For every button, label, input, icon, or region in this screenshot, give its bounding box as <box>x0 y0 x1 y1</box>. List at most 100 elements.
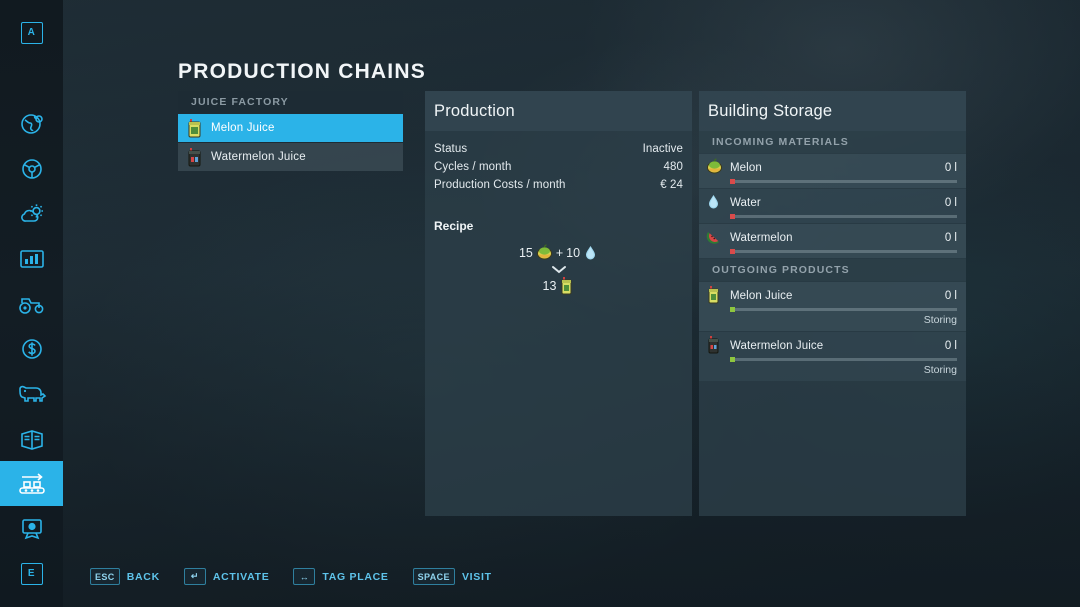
chain-list-item-label: Watermelon Juice <box>211 151 306 163</box>
storage-item-amount: 0 l <box>944 196 957 209</box>
production-stat-status: Status Inactive <box>425 140 692 158</box>
chain-list-item-melon-juice[interactable]: Melon Juice <box>178 114 403 142</box>
help-item-tag-place[interactable]: ↔ TAG PLACE <box>293 568 388 585</box>
steering-wheel-icon <box>19 156 45 182</box>
storage-item-amount: 0 l <box>944 289 957 302</box>
watermelon-juice-bottle-icon <box>186 147 203 167</box>
water-drop-icon <box>583 244 598 261</box>
stat-value: Inactive <box>642 143 683 155</box>
fill-indicator-dot <box>730 214 735 219</box>
sidebar-item-vehicles[interactable] <box>0 281 63 326</box>
sidebar-item-key-a[interactable]: A <box>0 10 63 55</box>
sidebar-item-animals[interactable] <box>0 371 63 416</box>
achievement-icon <box>18 516 46 542</box>
help-item-activate[interactable]: ↵ ACTIVATE <box>183 568 270 585</box>
left-sidebar: A E <box>0 0 63 607</box>
recipe-plus: + <box>555 245 564 260</box>
water-drop-icon <box>706 193 723 212</box>
cow-icon <box>16 382 48 406</box>
key-e-label: E <box>20 562 43 585</box>
storage-item-name: Water <box>730 196 761 209</box>
incoming-materials-label: INCOMING MATERIALS <box>699 131 966 153</box>
watermelon-icon <box>706 228 723 247</box>
sidebar-item-contracts[interactable] <box>0 416 63 461</box>
storage-fill-bar <box>730 307 957 312</box>
production-stat-costs: Production Costs / month € 24 <box>425 176 692 194</box>
recipe-inputs: 15 + 10 <box>519 244 598 261</box>
melon-icon <box>536 244 553 261</box>
storage-item-amount: 0 l <box>944 231 957 244</box>
production-stats: Status Inactive Cycles / month 480 Produ… <box>425 140 692 194</box>
recipe-title: Recipe <box>434 219 474 233</box>
storage-item-name: Melon <box>730 161 762 174</box>
storage-row-watermelon-juice[interactable]: Watermelon Juice 0 l Storing <box>699 332 966 381</box>
map-globe-icon <box>19 111 45 137</box>
sidebar-item-statistics[interactable] <box>0 236 63 281</box>
melon-juice-bottle-icon <box>706 286 723 305</box>
key-esc: ESC <box>90 568 120 585</box>
help-label-visit: VISIT <box>461 570 492 583</box>
statistics-chart-icon <box>18 248 46 270</box>
storage-row-water[interactable]: Water 0 l <box>699 189 966 223</box>
storage-item-name: Watermelon Juice <box>730 339 824 352</box>
production-chain-list: JUICE FACTORY Melon Juice Watermelon Jui… <box>178 91 403 171</box>
stat-value: 480 <box>663 161 683 173</box>
storage-item-amount: 0 l <box>944 339 957 352</box>
fill-indicator-dot <box>730 307 735 312</box>
fill-indicator-dot <box>730 357 735 362</box>
key-left-right: ↔ <box>293 568 316 585</box>
help-label-back: BACK <box>126 570 160 583</box>
storage-row-melon[interactable]: Melon 0 l <box>699 154 966 188</box>
sidebar-item-achievements[interactable] <box>0 506 63 551</box>
stat-label: Status <box>434 143 468 155</box>
storage-item-name: Melon Juice <box>730 289 793 302</box>
chevron-down-icon <box>551 265 567 275</box>
stat-value: € 24 <box>660 179 683 191</box>
stat-label: Cycles / month <box>434 161 512 173</box>
help-label-tag-place: TAG PLACE <box>322 570 389 583</box>
storage-item-status: Storing <box>923 314 957 326</box>
sidebar-item-key-e[interactable]: E <box>0 551 63 596</box>
fill-indicator-dot <box>730 179 735 184</box>
production-panel: Production Status Inactive Cycles / mont… <box>425 91 692 516</box>
storage-item-status: Storing <box>923 364 957 376</box>
production-panel-title: Production <box>434 101 515 120</box>
outgoing-products-label: OUTGOING PRODUCTS <box>699 259 966 281</box>
chain-list-item-label: Melon Juice <box>211 122 275 134</box>
chain-list-item-watermelon-juice[interactable]: Watermelon Juice <box>178 143 403 171</box>
sidebar-item-map[interactable] <box>0 101 63 146</box>
storage-row-watermelon[interactable]: Watermelon 0 l <box>699 224 966 258</box>
production-conveyor-icon <box>16 471 48 497</box>
help-label-activate: ACTIVATE <box>212 570 270 583</box>
storage-row-melon-juice[interactable]: Melon Juice 0 l Storing <box>699 282 966 331</box>
key-a-label: A <box>20 21 43 44</box>
storage-panel-title: Building Storage <box>708 101 833 120</box>
production-chains-screen: A E PRODUCTION CHAINS JUICE FACTORY Melo… <box>0 0 1080 607</box>
melon-juice-bottle-icon <box>559 277 574 295</box>
key-enter: ↵ <box>183 568 206 585</box>
sidebar-item-vehicle[interactable] <box>0 146 63 191</box>
key-space: SPACE <box>412 568 455 585</box>
melon-juice-bottle-icon <box>186 118 203 138</box>
storage-fill-bar <box>730 357 957 362</box>
storage-panel-header: Building Storage <box>699 91 966 131</box>
sidebar-item-production[interactable] <box>0 461 63 506</box>
money-dollar-icon <box>19 336 45 362</box>
storage-fill-bar <box>730 179 957 184</box>
production-panel-header: Production <box>425 91 692 131</box>
documents-icon <box>18 427 46 451</box>
help-item-back[interactable]: ESC BACK <box>90 568 160 585</box>
sidebar-item-finances[interactable] <box>0 326 63 371</box>
storage-fill-bar <box>730 249 957 254</box>
storage-fill-bar <box>730 214 957 219</box>
help-item-visit[interactable]: SPACE VISIT <box>412 568 492 585</box>
recipe-outputs: 13 <box>543 277 575 295</box>
page-title: PRODUCTION CHAINS <box>178 60 426 83</box>
weather-icon <box>18 201 46 227</box>
recipe-input-amount: 15 <box>518 245 533 260</box>
recipe-body: 15 + 10 13 <box>425 244 692 295</box>
tractor-icon <box>17 293 47 315</box>
sidebar-item-weather[interactable] <box>0 191 63 236</box>
bottom-help-bar: ESC BACK ↵ ACTIVATE ↔ TAG PLACE SPACE VI… <box>90 568 492 585</box>
chain-list-group-label: JUICE FACTORY <box>178 91 403 113</box>
